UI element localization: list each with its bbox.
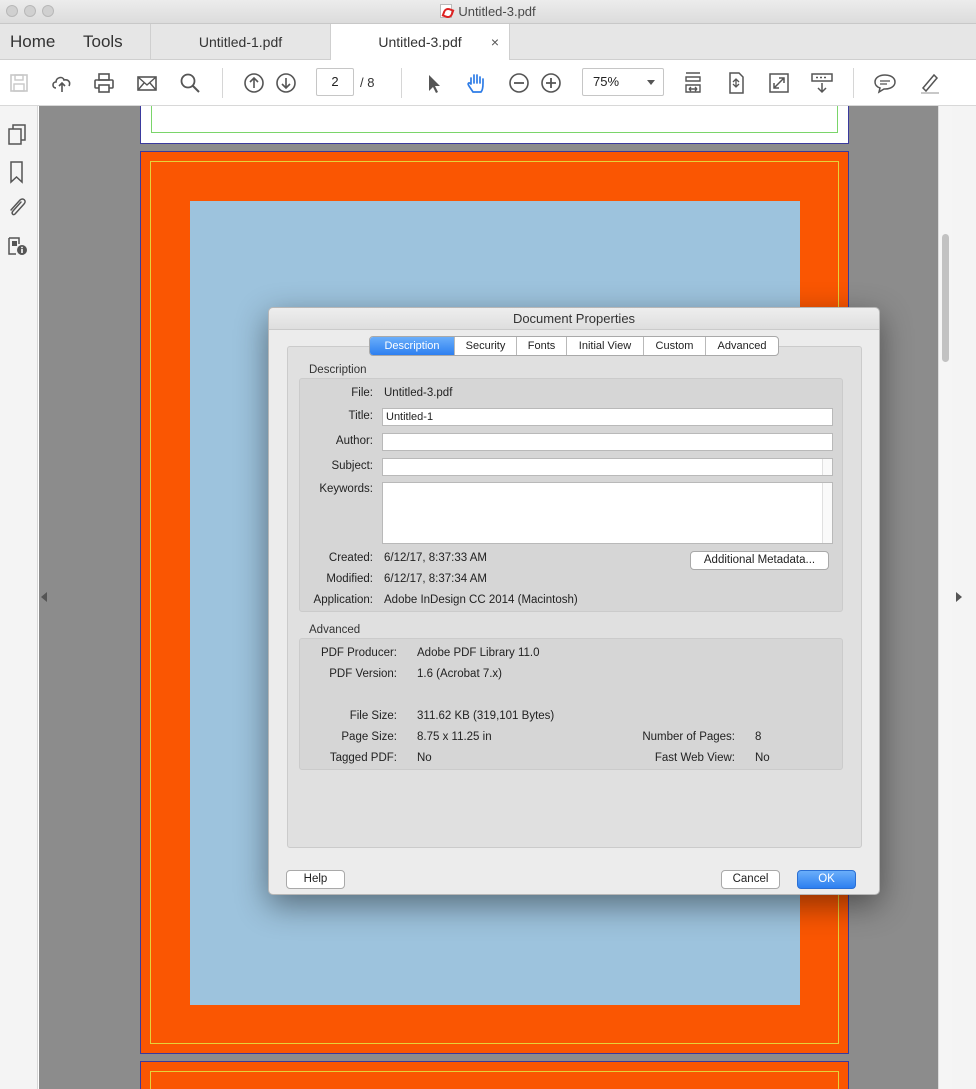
read-mode-icon[interactable] bbox=[809, 70, 835, 96]
application-value: Adobe InDesign CC 2014 (Macintosh) bbox=[384, 594, 578, 606]
dialog-tabs: Description Security Fonts Initial View … bbox=[369, 336, 779, 356]
home-link[interactable]: Home bbox=[10, 32, 55, 52]
zoom-value: 75% bbox=[593, 74, 620, 89]
toolbar-separator bbox=[401, 68, 402, 98]
email-icon[interactable] bbox=[134, 70, 160, 96]
created-label: Created: bbox=[328, 552, 373, 564]
pdf-producer-value: Adobe PDF Library 11.0 bbox=[417, 647, 540, 659]
page-3 bbox=[140, 1061, 849, 1089]
scroll-mode-icon[interactable] bbox=[680, 70, 706, 96]
created-value: 6/12/17, 8:37:33 AM bbox=[384, 552, 487, 564]
zoom-out-icon[interactable] bbox=[506, 70, 532, 96]
fast-web-view-value: No bbox=[755, 752, 770, 764]
tab-description[interactable]: Description bbox=[370, 337, 454, 355]
tagged-pdf-label: Tagged PDF: bbox=[329, 752, 397, 764]
page-number-input[interactable]: 2 bbox=[316, 68, 354, 96]
file-value: Untitled-3.pdf bbox=[384, 387, 453, 399]
number-of-pages-label: Number of Pages: bbox=[642, 731, 735, 743]
tab-custom[interactable]: Custom bbox=[643, 337, 705, 355]
pdf-version-label: PDF Version: bbox=[329, 668, 397, 680]
help-button[interactable]: Help bbox=[286, 870, 345, 889]
title-field[interactable]: Untitled-1 bbox=[382, 408, 833, 426]
select-arrow-icon[interactable] bbox=[420, 70, 446, 96]
toolbar-separator bbox=[222, 68, 223, 98]
zoom-in-icon[interactable] bbox=[538, 70, 564, 96]
highlight-icon[interactable] bbox=[915, 70, 941, 96]
page-total: / 8 bbox=[360, 75, 375, 90]
left-tool-panel bbox=[0, 106, 38, 1089]
print-icon[interactable] bbox=[91, 70, 117, 96]
right-panel-edge bbox=[952, 106, 976, 1089]
author-field[interactable] bbox=[382, 433, 833, 451]
ok-button[interactable]: OK bbox=[797, 870, 856, 889]
pdf-version-value: 1.6 (Acrobat 7.x) bbox=[417, 668, 503, 680]
application-label: Application: bbox=[313, 594, 373, 606]
security-info-icon[interactable] bbox=[5, 232, 29, 258]
fit-page-icon[interactable] bbox=[723, 70, 749, 96]
additional-metadata-button[interactable]: Additional Metadata... bbox=[690, 551, 829, 570]
window-title: Untitled-3.pdf bbox=[0, 4, 976, 19]
subject-field[interactable] bbox=[382, 458, 833, 476]
modified-label: Modified: bbox=[326, 573, 373, 585]
tab-label: Untitled-3.pdf bbox=[378, 34, 462, 50]
pdf-producer-label: PDF Producer: bbox=[320, 647, 397, 659]
pages-icon[interactable] bbox=[5, 122, 29, 148]
page-up-icon[interactable] bbox=[241, 70, 267, 96]
zoom-select[interactable]: 75% bbox=[582, 68, 664, 96]
tab-initial-view[interactable]: Initial View bbox=[566, 337, 643, 355]
tools-link[interactable]: Tools bbox=[83, 32, 123, 52]
hand-tool-icon[interactable] bbox=[463, 70, 489, 96]
page-down-icon[interactable] bbox=[273, 70, 299, 96]
advanced-heading: Advanced bbox=[309, 624, 361, 636]
keywords-label: Keywords: bbox=[319, 483, 373, 495]
scrollbar-thumb[interactable] bbox=[942, 234, 949, 362]
subject-label: Subject: bbox=[331, 460, 373, 472]
collapse-left-panel-icon[interactable] bbox=[41, 592, 47, 602]
file-size-label: File Size: bbox=[349, 710, 397, 722]
number-of-pages-value: 8 bbox=[755, 731, 762, 743]
page-size-label: Page Size: bbox=[341, 731, 397, 743]
file-label: File: bbox=[351, 387, 373, 399]
main-toolbar: 2 / 8 75% bbox=[0, 60, 976, 106]
tab-untitled-1[interactable]: Untitled-1.pdf bbox=[150, 24, 330, 60]
bookmark-icon[interactable] bbox=[5, 159, 29, 185]
cancel-button[interactable]: Cancel bbox=[721, 870, 780, 889]
comment-icon[interactable] bbox=[872, 70, 898, 96]
file-size-value: 311.62 KB (319,101 Bytes) bbox=[417, 710, 555, 722]
tab-untitled-3[interactable]: Untitled-3.pdf × bbox=[330, 24, 510, 61]
tab-advanced[interactable]: Advanced bbox=[705, 337, 778, 355]
subject-scrollbar[interactable] bbox=[822, 459, 832, 475]
full-screen-icon[interactable] bbox=[766, 70, 792, 96]
tab-fonts[interactable]: Fonts bbox=[516, 337, 566, 355]
window-title-text: Untitled-3.pdf bbox=[458, 4, 536, 19]
vertical-scrollbar[interactable] bbox=[938, 106, 952, 1089]
tab-row: Home Tools Untitled-1.pdf Untitled-3.pdf… bbox=[0, 24, 976, 61]
search-icon[interactable] bbox=[177, 70, 203, 96]
fast-web-view-label: Fast Web View: bbox=[654, 752, 735, 764]
window-titlebar: Untitled-3.pdf bbox=[0, 0, 976, 24]
save-icon[interactable] bbox=[6, 70, 32, 96]
expand-right-panel-icon[interactable] bbox=[956, 592, 962, 602]
description-heading: Description bbox=[309, 364, 367, 376]
title-label: Title: bbox=[348, 410, 374, 422]
tagged-pdf-value: No bbox=[417, 752, 432, 764]
toolbar-separator bbox=[853, 68, 854, 98]
tab-label: Untitled-1.pdf bbox=[198, 34, 283, 50]
tab-security[interactable]: Security bbox=[454, 337, 516, 355]
document-properties-dialog: Document Properties Description Security… bbox=[268, 307, 880, 895]
pdf-file-icon bbox=[440, 4, 453, 18]
author-label: Author: bbox=[335, 435, 373, 447]
modified-value: 6/12/17, 8:37:34 AM bbox=[384, 573, 487, 585]
upload-cloud-icon[interactable] bbox=[49, 70, 75, 96]
keywords-field[interactable] bbox=[382, 482, 833, 544]
chevron-down-icon bbox=[647, 80, 655, 85]
page-1 bbox=[140, 106, 849, 144]
page-size-value: 8.75 x 11.25 in bbox=[417, 731, 492, 743]
attachment-icon[interactable] bbox=[5, 194, 29, 220]
keywords-scrollbar[interactable] bbox=[822, 483, 832, 543]
dialog-title: Document Properties bbox=[269, 308, 879, 330]
close-tab-icon[interactable]: × bbox=[491, 24, 499, 60]
